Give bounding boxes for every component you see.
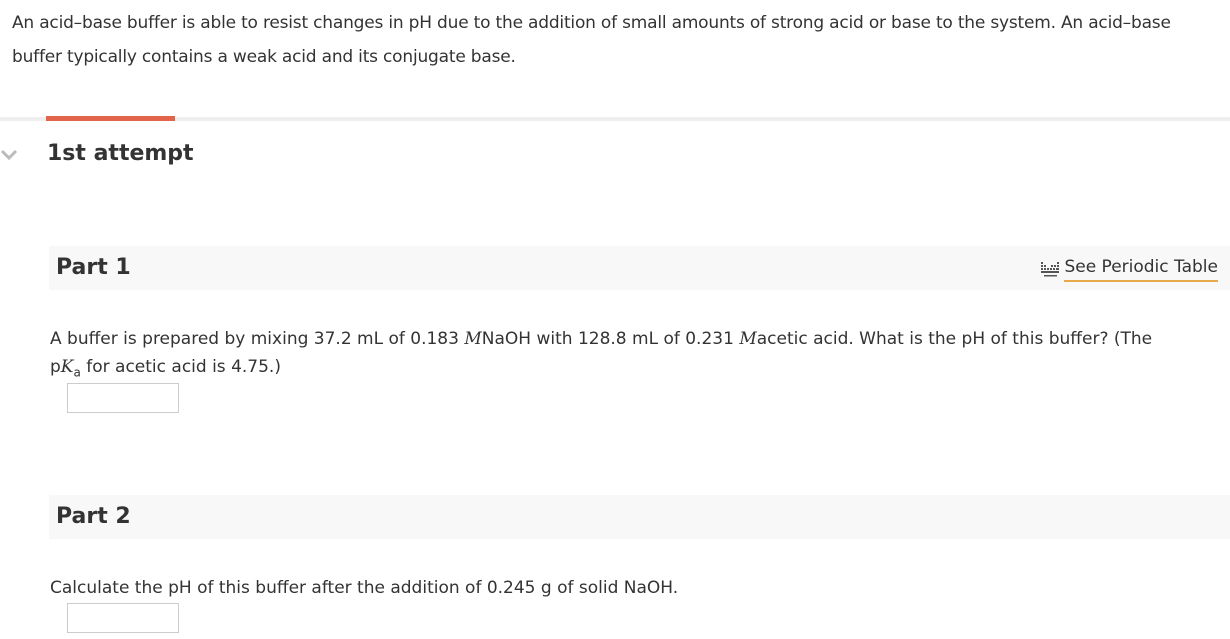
part2-question: Calculate the pH of this buffer after th… [50,578,679,598]
intro-text: An acid–base buffer is able to resist ch… [12,13,1171,67]
part1-question: A buffer is prepared by mixing 37.2 mL o… [50,329,1153,380]
periodic-table-label[interactable]: See Periodic Table [1064,255,1218,282]
part2-header: Part 2 [49,495,1230,539]
attempt-label[interactable]: 1st attempt [47,138,194,170]
see-periodic-table-link[interactable]: See Periodic Table [1040,255,1218,282]
attempt-tab-bar [0,117,1230,121]
periodic-table-icon [1041,261,1060,276]
active-tab-indicator [46,116,175,121]
part2-answer-input[interactable] [67,603,179,633]
part1-title: Part 1 [56,255,131,280]
part2-title: Part 2 [56,504,131,529]
chevron-down-icon[interactable] [0,146,18,162]
part1-header: Part 1 See Periodic Table [49,246,1230,290]
part1-answer-input[interactable] [67,383,179,413]
